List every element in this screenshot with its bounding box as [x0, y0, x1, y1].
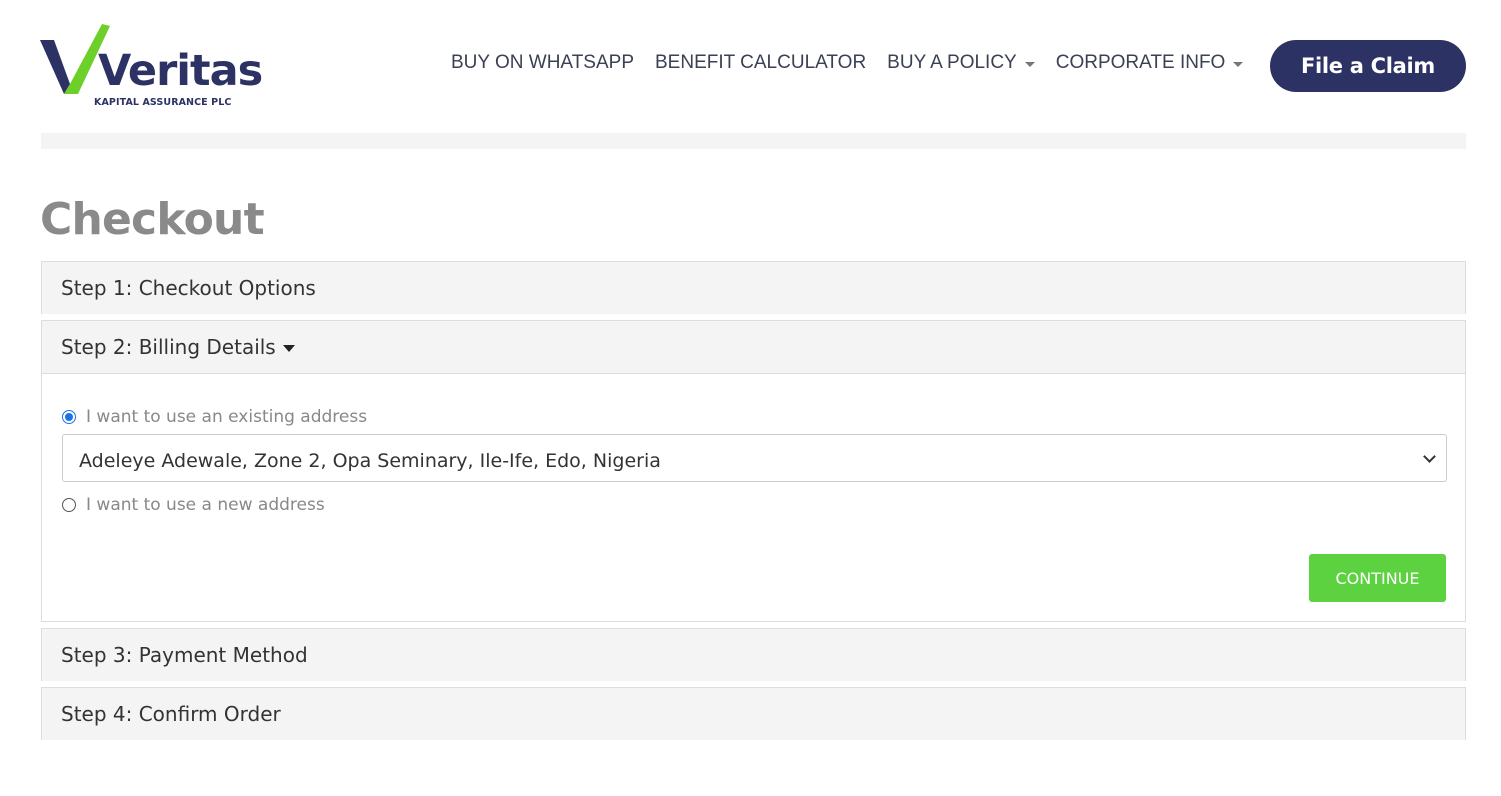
nav-benefit-calculator[interactable]: BENEFIT CALCULATOR — [655, 52, 866, 74]
step-3-title: Step 3: Payment Method — [61, 643, 308, 667]
checkout-step-4-panel: Step 4: Confirm Order — [41, 687, 1466, 740]
step-4-heading[interactable]: Step 4: Confirm Order — [42, 688, 1465, 740]
chevron-down-icon — [1423, 450, 1436, 463]
existing-address-label: I want to use an existing address — [86, 407, 368, 427]
logo-subtitle: KAPITAL ASSURANCE PLC — [94, 97, 232, 108]
caret-down-icon — [1233, 61, 1244, 67]
address-select-value: Adeleye Adewale, Zone 2, Opa Seminary, I… — [79, 450, 661, 472]
existing-address-radio[interactable] — [62, 410, 76, 424]
nav-item-label: CORPORATE INFO — [1055, 52, 1226, 73]
new-address-option[interactable]: I want to use a new address — [62, 495, 325, 515]
step-3-heading[interactable]: Step 3: Payment Method — [42, 629, 1465, 681]
checkout-step-2-panel: Step 2: Billing Details I want to use an… — [41, 320, 1466, 622]
page-title: Checkout — [40, 194, 265, 245]
nav-corporate-info[interactable]: CORPORATE INFO — [1056, 52, 1244, 74]
nav-buy-a-policy[interactable]: BUY A POLICY — [887, 52, 1035, 74]
file-a-claim-button[interactable]: File a Claim — [1270, 40, 1466, 92]
nav-item-label: BENEFIT CALCULATOR — [655, 52, 867, 73]
existing-address-option[interactable]: I want to use an existing address — [62, 407, 367, 427]
step-1-heading[interactable]: Step 1: Checkout Options — [42, 262, 1465, 314]
veritas-logo[interactable]: Veritas KAPITAL ASSURANCE PLC — [40, 22, 263, 114]
caret-down-icon — [282, 344, 295, 352]
checkout-step-3-panel: Step 3: Payment Method — [41, 628, 1466, 681]
continue-button[interactable]: CONTINUE — [1309, 554, 1446, 602]
step-1-title: Step 1: Checkout Options — [61, 276, 316, 300]
step-2-title: Step 2: Billing Details — [61, 335, 276, 359]
main-nav: BUY ON WHATSAPP BENEFIT CALCULATOR BUY A… — [451, 52, 1264, 74]
nav-buy-on-whatsapp[interactable]: BUY ON WHATSAPP — [451, 52, 634, 74]
step-4-title: Step 4: Confirm Order — [61, 702, 281, 726]
caret-down-icon — [1024, 61, 1035, 67]
nav-item-label: BUY ON WHATSAPP — [451, 52, 634, 73]
nav-item-label: BUY A POLICY — [887, 52, 1017, 73]
site-header: Veritas KAPITAL ASSURANCE PLC BUY ON WHA… — [0, 0, 1501, 133]
checkout-step-1-panel: Step 1: Checkout Options — [41, 261, 1466, 314]
step-2-heading[interactable]: Step 2: Billing Details — [42, 321, 1465, 374]
address-select[interactable]: Adeleye Adewale, Zone 2, Opa Seminary, I… — [62, 434, 1447, 482]
logo-wordmark: Veritas — [98, 46, 263, 96]
breadcrumb — [41, 133, 1466, 149]
new-address-label: I want to use a new address — [86, 495, 325, 515]
new-address-radio[interactable] — [62, 498, 76, 512]
